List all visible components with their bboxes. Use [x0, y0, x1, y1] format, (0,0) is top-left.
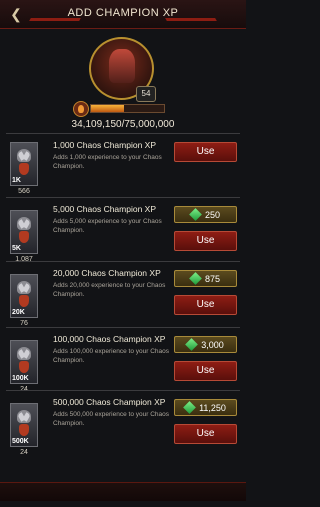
xp-amount-label: 100K: [12, 375, 29, 382]
xp-progress-fill: [91, 105, 125, 112]
item-title: 20,000 Chaos Champion XP: [53, 268, 161, 278]
shield-icon: [19, 424, 29, 436]
xp-amount-label: 20K: [12, 309, 25, 316]
gem-icon: [189, 272, 202, 285]
xp-item-icon: 500K: [10, 403, 38, 447]
xp-amount-label: 500K: [12, 438, 29, 445]
buy-button[interactable]: 875: [174, 270, 237, 287]
item-count: 566: [18, 188, 30, 195]
row-divider: [6, 390, 240, 391]
shield-icon: [19, 361, 29, 373]
item-count: 76: [20, 320, 28, 327]
row-divider: [6, 327, 240, 328]
use-button[interactable]: Use: [174, 295, 237, 315]
item-description: Adds 1,000 experience to your Chaos Cham…: [53, 154, 162, 170]
gem-icon: [185, 338, 199, 351]
item-count: 24: [20, 449, 28, 456]
use-button[interactable]: Use: [174, 142, 237, 162]
gem-icon: [183, 401, 196, 414]
row-divider: [6, 261, 240, 262]
item-title: 1,000 Chaos Champion XP: [53, 140, 157, 150]
champion-level-badge: 54: [136, 86, 156, 102]
use-button[interactable]: Use: [174, 231, 237, 251]
xp-progress-text: 34,109,150/75,000,000: [71, 119, 175, 130]
price-label: 3,000: [201, 339, 224, 350]
xp-amount-label: 1K: [12, 177, 21, 184]
shield-icon: [19, 295, 29, 307]
item-description: Adds 100,000 experience to your Chaos Ch…: [53, 348, 169, 364]
horned-helmet-icon: [17, 149, 31, 162]
chaos-faction-icon: [73, 101, 89, 117]
xp-item-icon: 100K: [10, 340, 38, 384]
gem-icon: [189, 208, 202, 221]
horn-right: [22, 151, 31, 161]
header-bar: ❮ ADD CHAMPION XP: [0, 0, 246, 29]
row-divider: [6, 197, 240, 198]
horned-helmet-icon: [17, 281, 31, 294]
price-label: 250: [204, 209, 221, 220]
price-label: 875: [204, 273, 221, 284]
use-button[interactable]: Use: [174, 361, 237, 381]
horn-right: [22, 349, 31, 359]
price-label: 11,250: [199, 402, 226, 413]
xp-item-icon: 5K: [10, 210, 38, 254]
horn-right: [22, 219, 31, 229]
horned-helmet-icon: [17, 347, 31, 360]
horned-helmet-icon: [17, 217, 31, 230]
item-title: 100,000 Chaos Champion XP: [53, 334, 166, 344]
item-title: 500,000 Chaos Champion XP: [53, 397, 166, 407]
xp-amount-label: 5K: [12, 245, 21, 252]
buy-button[interactable]: 250: [174, 206, 237, 223]
buy-button[interactable]: 11,250: [174, 399, 237, 416]
shield-icon: [19, 231, 29, 243]
item-description: Adds 5,000 experience to your Chaos Cham…: [53, 218, 162, 234]
shield-icon: [19, 163, 29, 175]
xp-item-icon: 1K: [10, 142, 38, 186]
xp-item-icon: 20K: [10, 274, 38, 318]
item-description: Adds 500,000 experience to your Chaos Ch…: [53, 411, 169, 427]
item-title: 5,000 Chaos Champion XP: [53, 204, 157, 214]
buy-button[interactable]: 3,000: [174, 336, 237, 353]
use-button[interactable]: Use: [174, 424, 237, 444]
item-description: Adds 20,000 experience to your Chaos Cha…: [53, 282, 166, 298]
page-title: ADD CHAMPION XP: [67, 7, 179, 19]
xp-progress-bar: [90, 104, 165, 113]
horn-right: [22, 283, 31, 293]
horn-right: [22, 412, 31, 422]
bottom-decoration: [0, 482, 246, 501]
row-divider: [6, 133, 240, 134]
horned-helmet-icon: [17, 410, 31, 423]
champion-figure: [109, 49, 135, 83]
